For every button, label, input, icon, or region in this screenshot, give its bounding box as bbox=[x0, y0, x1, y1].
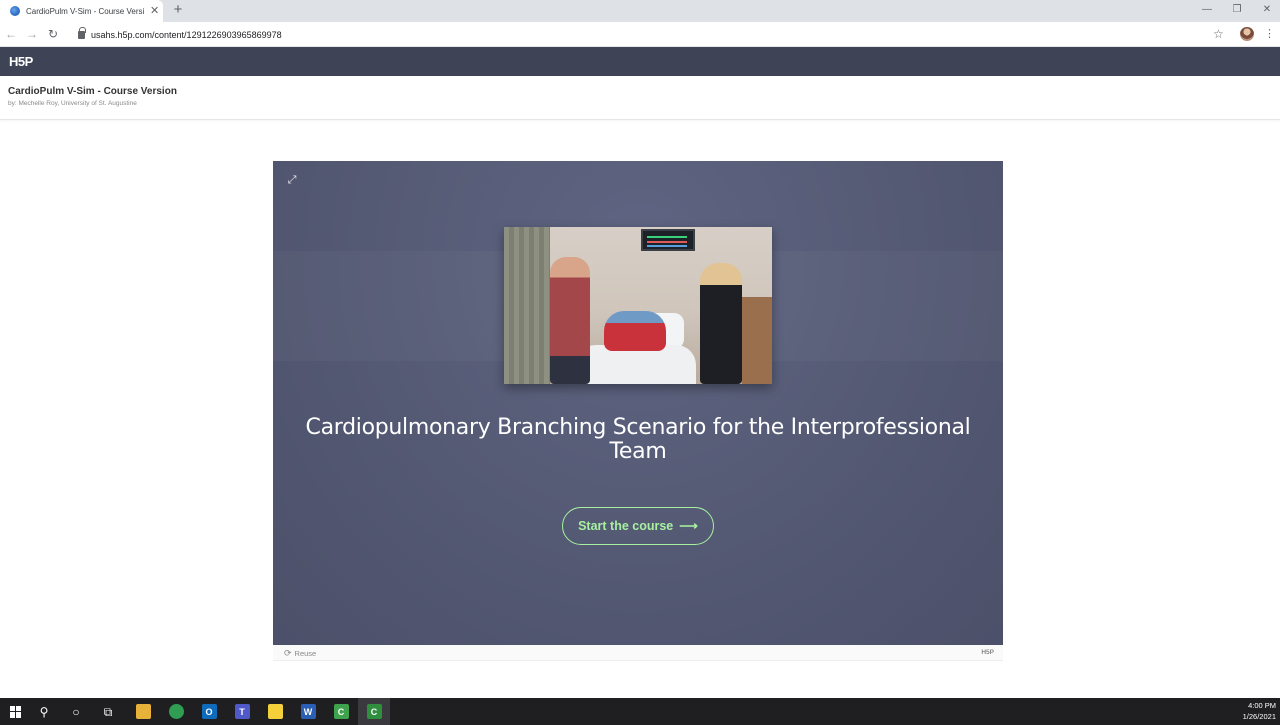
taskbar-app-camtasia-recorder[interactable]: C bbox=[358, 698, 390, 725]
hospital-scene-image bbox=[504, 227, 772, 384]
browser-menu-icon[interactable]: ⋮ bbox=[1264, 26, 1275, 42]
task-view-icon: ⧉ bbox=[103, 704, 113, 719]
scene-clinician-right bbox=[700, 263, 742, 384]
h5p-logo[interactable]: H5P bbox=[9, 54, 33, 69]
content-header: CardioPulm V-Sim - Course Version by: Me… bbox=[0, 76, 1280, 120]
bookmark-star-icon[interactable]: ☆ bbox=[1213, 26, 1224, 42]
browser-toolbar: ← → ↻ usahs.h5p.com/content/129122690396… bbox=[0, 22, 1280, 47]
browser-tabstrip: CardioPulm V-Sim - Course Versi ✕ + — ❐ … bbox=[0, 0, 1280, 22]
new-tab-button[interactable]: + bbox=[170, 2, 186, 18]
address-bar[interactable]: usahs.h5p.com/content/129122690396586997… bbox=[68, 25, 1228, 44]
clock-time: 4:00 PM bbox=[1248, 701, 1276, 710]
windows-taskbar: ⚲ ○ ⧉ O T W C C 4:00 PM 1/26/2021 bbox=[0, 698, 1280, 725]
search-icon: ⚲ bbox=[39, 704, 49, 719]
start-course-button[interactable]: Start the course ⟶ bbox=[562, 507, 714, 545]
outlook-icon: O bbox=[201, 704, 217, 719]
course-heading: Cardiopulmonary Branching Scenario for t… bbox=[305, 415, 971, 464]
tab-title: CardioPulm V-Sim - Course Versi bbox=[26, 6, 144, 16]
start-course-label: Start the course bbox=[578, 519, 674, 533]
scene-monitor bbox=[641, 229, 695, 251]
clock-date: 1/26/2021 bbox=[1242, 712, 1276, 721]
camtasia-icon: C bbox=[333, 704, 349, 719]
taskbar-app-file-explorer[interactable] bbox=[127, 698, 159, 725]
h5p-footer-logo[interactable]: H5P bbox=[981, 649, 994, 656]
taskbar-app-outlook[interactable]: O bbox=[193, 698, 225, 725]
content-byline: by: Mechelle Roy, University of St. Augu… bbox=[8, 100, 137, 107]
taskbar-app-word[interactable]: W bbox=[292, 698, 324, 725]
taskbar-app-chrome[interactable] bbox=[160, 698, 192, 725]
taskbar-app-teams[interactable]: T bbox=[226, 698, 258, 725]
chrome-icon bbox=[168, 704, 184, 719]
task-view-button[interactable]: ⧉ bbox=[92, 698, 124, 725]
scene-cabinet bbox=[742, 297, 772, 384]
reuse-label: Reuse bbox=[294, 649, 317, 658]
scene-curtain bbox=[504, 227, 550, 384]
profile-avatar[interactable] bbox=[1240, 27, 1254, 41]
stage-footer: ⟳ Reuse H5P bbox=[273, 645, 1003, 661]
reload-icon[interactable]: ↻ bbox=[45, 26, 61, 42]
url-text: usahs.h5p.com/content/129122690396586997… bbox=[91, 29, 282, 40]
system-clock[interactable]: 4:00 PM 1/26/2021 bbox=[1243, 700, 1276, 722]
windows-logo-icon bbox=[10, 705, 22, 718]
teams-icon: T bbox=[234, 704, 250, 719]
lock-icon bbox=[78, 26, 86, 39]
content-title: CardioPulm V-Sim - Course Version bbox=[8, 86, 177, 97]
word-icon: W bbox=[300, 704, 316, 719]
cortana-circle-icon: ○ bbox=[72, 704, 80, 719]
course-stage: ⤢ Cardiopulmonary Branching Scenario for… bbox=[273, 161, 1003, 645]
tab-favicon-icon bbox=[10, 6, 20, 16]
scene-patient bbox=[604, 311, 666, 351]
taskbar-app-sticky-notes[interactable] bbox=[259, 698, 291, 725]
fullscreen-icon[interactable]: ⤢ bbox=[285, 173, 299, 187]
minimize-window-icon[interactable]: — bbox=[1200, 3, 1214, 17]
close-window-icon[interactable]: ✕ bbox=[1260, 3, 1274, 17]
forward-arrow-icon[interactable]: → bbox=[24, 26, 40, 42]
back-arrow-icon[interactable]: ← bbox=[3, 26, 19, 42]
search-button[interactable]: ⚲ bbox=[28, 698, 60, 725]
arrow-right-icon: ⟶ bbox=[679, 518, 698, 533]
reuse-button[interactable]: ⟳ Reuse bbox=[284, 648, 316, 659]
browser-tab-active[interactable]: CardioPulm V-Sim - Course Versi ✕ bbox=[0, 0, 163, 22]
sticky-notes-icon bbox=[267, 704, 283, 719]
file-explorer-icon bbox=[135, 704, 151, 719]
reuse-icon: ⟳ bbox=[284, 648, 292, 658]
screen: CardioPulm V-Sim - Course Versi ✕ + — ❐ … bbox=[0, 0, 1280, 725]
scene-clinician-left bbox=[550, 257, 590, 384]
h5p-header-bar: H5P bbox=[0, 47, 1280, 76]
taskbar-app-camtasia[interactable]: C bbox=[325, 698, 357, 725]
close-tab-icon[interactable]: ✕ bbox=[150, 5, 159, 17]
cortana-button[interactable]: ○ bbox=[60, 698, 92, 725]
camtasia-recorder-icon: C bbox=[366, 704, 382, 719]
restore-window-icon[interactable]: ❐ bbox=[1230, 3, 1244, 17]
